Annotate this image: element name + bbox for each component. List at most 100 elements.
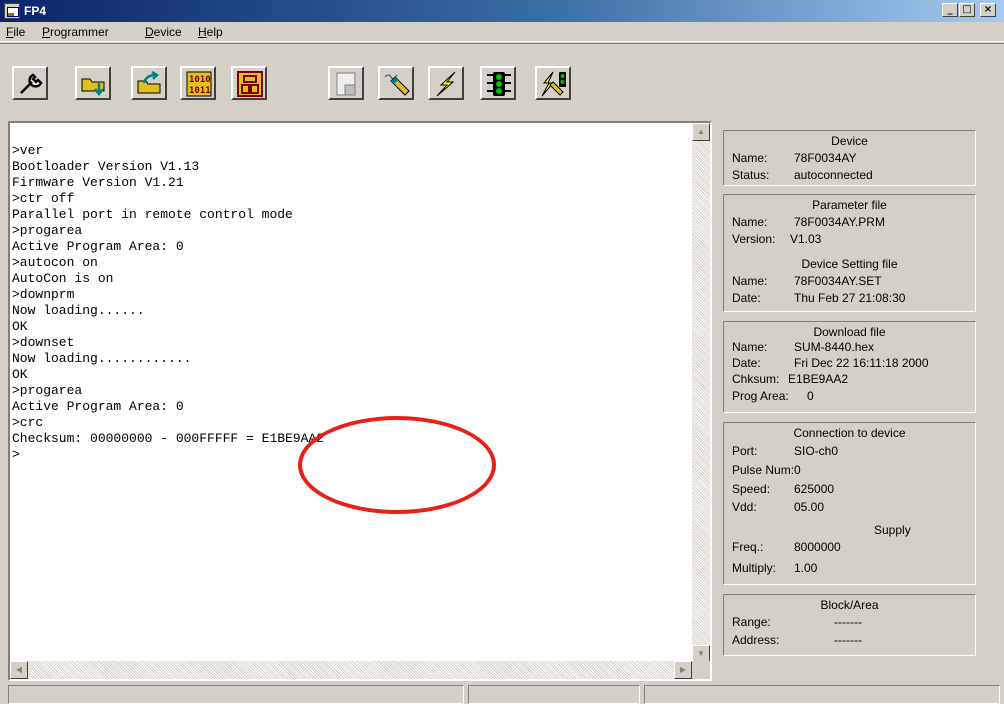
setting-date-value: Thu Feb 27 21:08:30 bbox=[794, 291, 906, 305]
settings-wrench-icon bbox=[20, 73, 43, 94]
toolbar-button-hex-view[interactable]: 1010 1011 bbox=[180, 66, 216, 100]
console-output[interactable]: >ver Bootloader Version V1.13 Firmware Ver… bbox=[8, 121, 712, 681]
block-area-title: Block/Area bbox=[820, 598, 879, 612]
param-version-label: Version: bbox=[732, 232, 776, 246]
binary-data-icon: 1010 1011 bbox=[186, 71, 212, 97]
download-chksum-value: E1BE9AA2 bbox=[788, 372, 849, 386]
toolbar-button-program[interactable] bbox=[428, 66, 464, 100]
blank-page-icon bbox=[336, 72, 356, 96]
checksum-highlight-annotation bbox=[298, 416, 496, 514]
status-segment-1 bbox=[8, 685, 464, 704]
vdd-label: Vdd: bbox=[732, 500, 757, 514]
speed-value: 625000 bbox=[794, 482, 835, 496]
address-value: ------- bbox=[834, 633, 862, 647]
menu-help[interactable]: Help bbox=[198, 25, 223, 39]
maximize-button[interactable]: □ bbox=[959, 3, 975, 17]
pulse-num-value: 0 bbox=[794, 463, 801, 477]
connection-title: Connection to device bbox=[793, 426, 906, 440]
console-line: >downset bbox=[12, 335, 75, 350]
download-date-value: Fri Dec 22 16:11:18 2000 bbox=[794, 356, 929, 370]
console-line: Active Program Area: 0 bbox=[12, 239, 184, 254]
setting-name-value: 78F0034AY.SET bbox=[794, 274, 882, 288]
scrollbar-corner bbox=[692, 661, 710, 679]
open-folder-down-icon bbox=[81, 78, 105, 97]
download-file-panel: Download file Name: SUM-8440.hex Date: F… bbox=[723, 321, 976, 413]
address-label: Address: bbox=[732, 633, 780, 647]
console-text: >ver Bootloader Version V1.13 Firmware Ver… bbox=[12, 143, 688, 463]
console-line: OK bbox=[12, 367, 28, 382]
toolbar-button-autoprocedure[interactable] bbox=[535, 66, 571, 100]
window-title: FP4 bbox=[24, 4, 47, 18]
range-value: ------- bbox=[834, 615, 862, 629]
console-line: AutoCon is on bbox=[12, 271, 114, 286]
toolbar-button-load-file[interactable] bbox=[131, 66, 167, 100]
block-area-panel: Block/Area Range: ------- Address: -----… bbox=[723, 594, 976, 656]
toolbar-button-erase[interactable] bbox=[378, 66, 414, 100]
scroll-right-button[interactable]: ▶ bbox=[674, 661, 692, 679]
console-line: Bootloader Version V1.13 bbox=[12, 159, 200, 174]
download-name-value: SUM-8440.hex bbox=[794, 340, 875, 354]
console-line: >downprm bbox=[12, 287, 75, 302]
console-line: Active Program Area: 0 bbox=[12, 399, 184, 414]
parameter-file-title: Parameter file bbox=[812, 198, 887, 212]
range-label: Range: bbox=[732, 615, 771, 629]
pulse-num-label: Pulse Num: bbox=[732, 463, 795, 477]
port-value: SIO-ch0 bbox=[794, 444, 839, 458]
close-button[interactable]: × bbox=[980, 3, 996, 17]
toolbar-button-verify[interactable] bbox=[480, 66, 516, 100]
console-line: Now loading............ bbox=[12, 351, 192, 366]
toolbar-button-setup[interactable] bbox=[12, 66, 48, 100]
param-version-value: V1.03 bbox=[790, 232, 822, 246]
console-line: Firmware Version V1.21 bbox=[12, 175, 184, 190]
status-bar bbox=[0, 682, 1004, 704]
device-panel: Device Name: 78F0034AY Status: autoconne… bbox=[723, 130, 976, 186]
console-line: Parallel port in remote control mode bbox=[12, 207, 293, 222]
toolbar-button-blank[interactable] bbox=[328, 66, 364, 100]
console-line: >ctr off bbox=[12, 191, 75, 206]
multiply-label: Multiply: bbox=[732, 561, 777, 575]
erase-pen-icon bbox=[384, 74, 410, 96]
menu-file[interactable]: File bbox=[6, 25, 25, 39]
download-progarea-label: Prog Area: bbox=[732, 389, 789, 403]
svg-text:1010: 1010 bbox=[189, 75, 211, 85]
freq-label: Freq.: bbox=[732, 540, 764, 554]
device-status-value: autoconnected bbox=[794, 168, 873, 182]
vdd-value: 05.00 bbox=[794, 500, 825, 514]
menu-device[interactable]: Device bbox=[145, 25, 182, 39]
svg-text:1011: 1011 bbox=[189, 86, 211, 96]
autoprocedure-icon bbox=[541, 71, 566, 97]
title-bar[interactable]: FP4 _ □ × bbox=[0, 0, 1004, 22]
device-panel-title: Device bbox=[831, 134, 868, 148]
device-name-label: Name: bbox=[732, 151, 768, 165]
scroll-left-button[interactable]: ◀ bbox=[10, 661, 28, 679]
supply-title: Supply bbox=[874, 523, 911, 537]
console-line: >autocon on bbox=[12, 255, 98, 270]
status-segment-2 bbox=[468, 685, 640, 704]
setting-name-label: Name: bbox=[732, 274, 768, 288]
menu-programmer[interactable]: Programmer bbox=[42, 25, 109, 39]
toolbar-button-area[interactable] bbox=[231, 66, 267, 100]
connection-panel: Connection to device Port: SIO-ch0 Pulse… bbox=[723, 422, 976, 585]
download-file-title: Download file bbox=[813, 325, 886, 339]
status-segment-3 bbox=[644, 685, 1000, 704]
setting-date-label: Date: bbox=[732, 291, 761, 305]
console-line: OK bbox=[12, 319, 28, 334]
console-line: >progarea bbox=[12, 383, 83, 398]
lightning-program-icon bbox=[436, 71, 456, 97]
freq-value: 8000000 bbox=[794, 540, 841, 554]
device-setting-title: Device Setting file bbox=[801, 257, 898, 271]
app-icon[interactable] bbox=[4, 3, 20, 19]
console-line: >progarea bbox=[12, 223, 83, 238]
vertical-scrollbar[interactable]: ▲ ▼ bbox=[692, 123, 710, 663]
toolbar-button-load-param[interactable] bbox=[75, 66, 111, 100]
port-label: Port: bbox=[732, 444, 758, 458]
console-line: >ver bbox=[12, 143, 44, 158]
toolbar: 1010 1011 bbox=[0, 43, 1004, 121]
download-date-label: Date: bbox=[732, 356, 761, 370]
horizontal-scrollbar[interactable]: ◀ ▶ bbox=[10, 661, 692, 679]
open-folder-up-icon bbox=[137, 71, 161, 94]
scroll-up-button[interactable]: ▲ bbox=[692, 123, 710, 141]
param-name-label: Name: bbox=[732, 215, 768, 229]
minimize-button[interactable]: _ bbox=[942, 3, 958, 17]
speed-label: Speed: bbox=[732, 482, 771, 496]
